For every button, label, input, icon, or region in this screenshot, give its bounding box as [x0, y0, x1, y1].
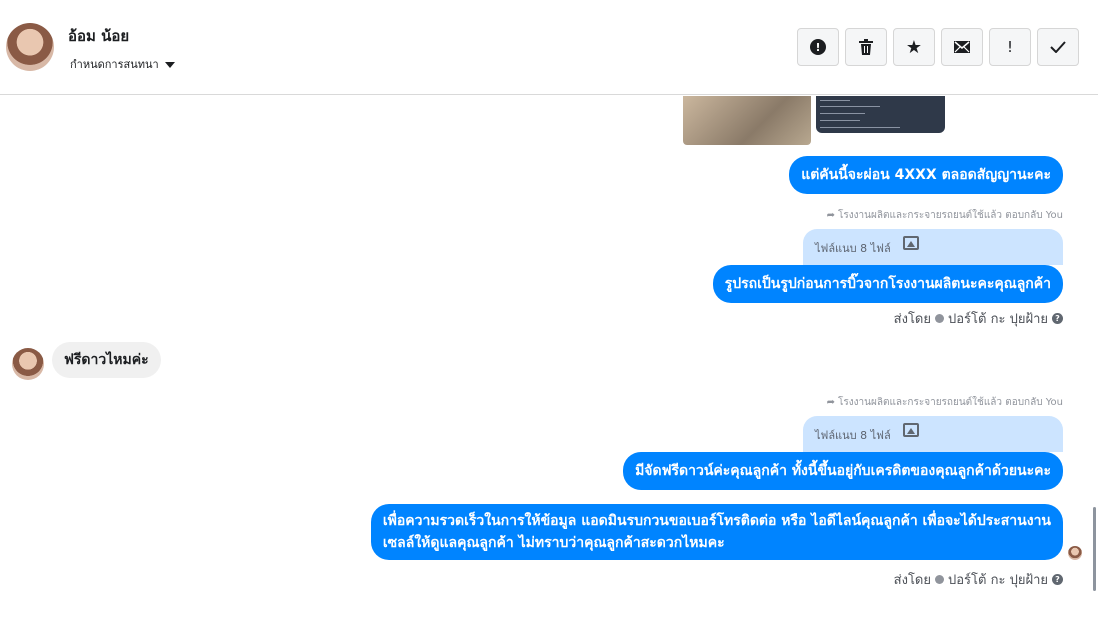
- quoted-attachment-label: ไฟล์แนบ 8 ไฟล์: [815, 242, 891, 255]
- star-icon: ★: [905, 36, 923, 58]
- help-icon[interactable]: ?: [1052, 574, 1063, 585]
- done-button[interactable]: [1037, 28, 1079, 66]
- scrollbar[interactable]: [1093, 507, 1096, 591]
- reply-arrow-icon: ➦: [826, 397, 836, 408]
- reply-meta: ➦ โรงงานผลิตและกระจายรถยนต์ใช้แล้ว ตอบกล…: [827, 395, 1063, 410]
- seen-avatar: [1068, 546, 1082, 560]
- image-icon: [903, 423, 919, 437]
- trash-icon: [859, 39, 873, 55]
- sent-by-label: ส่งโดย: [893, 312, 931, 327]
- conversation-header: อ้อม น้อย กำหนดการสนทนา ! ★ !: [0, 0, 1098, 95]
- quoted-attachment-label: ไฟล์แนบ 8 ไฟล์: [815, 429, 891, 442]
- spec-line: [820, 120, 860, 121]
- envelope-icon: [954, 41, 970, 53]
- assign-conversation-label: กำหนดการสนทนา: [70, 58, 159, 71]
- spec-line: [820, 100, 850, 101]
- contact-avatar-small[interactable]: [12, 348, 44, 380]
- outgoing-message[interactable]: แต่คันนี้จะผ่อน 4XXX ตลอดสัญญานะคะ: [789, 156, 1063, 194]
- verified-icon: [935, 314, 944, 323]
- mark-unread-button[interactable]: [941, 28, 983, 66]
- reply-meta-text: โรงงานผลิตและกระจายรถยนต์ใช้แล้ว ตอบกลับ…: [838, 210, 1063, 221]
- spec-line: [820, 127, 900, 128]
- contact-name[interactable]: อ้อม น้อย: [68, 24, 129, 48]
- incoming-message[interactable]: ฟรีดาวไหมค่ะ: [52, 342, 161, 378]
- image-icon: [903, 236, 919, 250]
- help-icon[interactable]: ?: [1052, 313, 1063, 324]
- important-button[interactable]: !: [989, 28, 1031, 66]
- outgoing-message[interactable]: มีจัดฟรีดาวน์ค่ะคุณลูกค้า ทั้งนี้ขึ้นอยู…: [623, 452, 1063, 490]
- reply-arrow-icon: ➦: [826, 210, 836, 221]
- outgoing-message[interactable]: เพื่อความรวดเร็วในการให้ข้อมูล แอดมินรบก…: [370, 504, 1063, 560]
- star-button[interactable]: ★: [893, 28, 935, 66]
- sender-name[interactable]: ปอร์โต้ กะ ปุยฝ้าย: [948, 569, 1048, 590]
- attachment-image-spec-sheet[interactable]: [816, 96, 945, 133]
- reply-meta: ➦ โรงงานผลิตและกระจายรถยนต์ใช้แล้ว ตอบกล…: [827, 208, 1063, 223]
- check-icon: [1050, 41, 1066, 53]
- spec-line: [820, 113, 865, 114]
- sender-name[interactable]: ปอร์โต้ กะ ปุยฝ้าย: [948, 308, 1048, 329]
- sent-by-info: ส่งโดย ปอร์โต้ กะ ปุยฝ้าย ?: [894, 569, 1063, 590]
- exclamation-icon: !: [1006, 38, 1013, 56]
- sent-by-info: ส่งโดย ปอร์โต้ กะ ปุยฝ้าย ?: [894, 308, 1063, 329]
- quoted-message[interactable]: ไฟล์แนบ 8 ไฟล์: [803, 416, 1063, 452]
- delete-button[interactable]: [845, 28, 887, 66]
- chevron-down-icon: [164, 61, 175, 68]
- outgoing-message[interactable]: รูปรถเป็นรูปก่อนการบิ๊วจากโรงงานผลิตนะคะ…: [712, 265, 1063, 303]
- sent-by-label: ส่งโดย: [893, 573, 931, 588]
- reply-meta-text: โรงงานผลิตและกระจายรถยนต์ใช้แล้ว ตอบกลับ…: [838, 397, 1063, 408]
- contact-avatar[interactable]: [6, 23, 54, 71]
- spec-line: [820, 106, 880, 107]
- verified-icon: [935, 575, 944, 584]
- message-thread[interactable]: แต่คันนี้จะผ่อน 4XXX ตลอดสัญญานะคะ ➦ โรง…: [0, 96, 1098, 619]
- message-line: เพื่อความรวดเร็วในการให้ข้อมูล แอดมินรบก…: [382, 513, 1051, 529]
- assign-conversation-dropdown[interactable]: กำหนดการสนทนา: [70, 55, 175, 73]
- alert-circle-icon: !: [810, 39, 826, 55]
- quoted-message[interactable]: ไฟล์แนบ 8 ไฟล์: [803, 229, 1063, 265]
- spam-button[interactable]: !: [797, 28, 839, 66]
- attachment-image-car-interior[interactable]: [683, 96, 811, 145]
- message-line: เซลล์ให้ดูแลคุณลูกค้า ไม่ทราบว่าคุณลูกค้…: [382, 535, 725, 551]
